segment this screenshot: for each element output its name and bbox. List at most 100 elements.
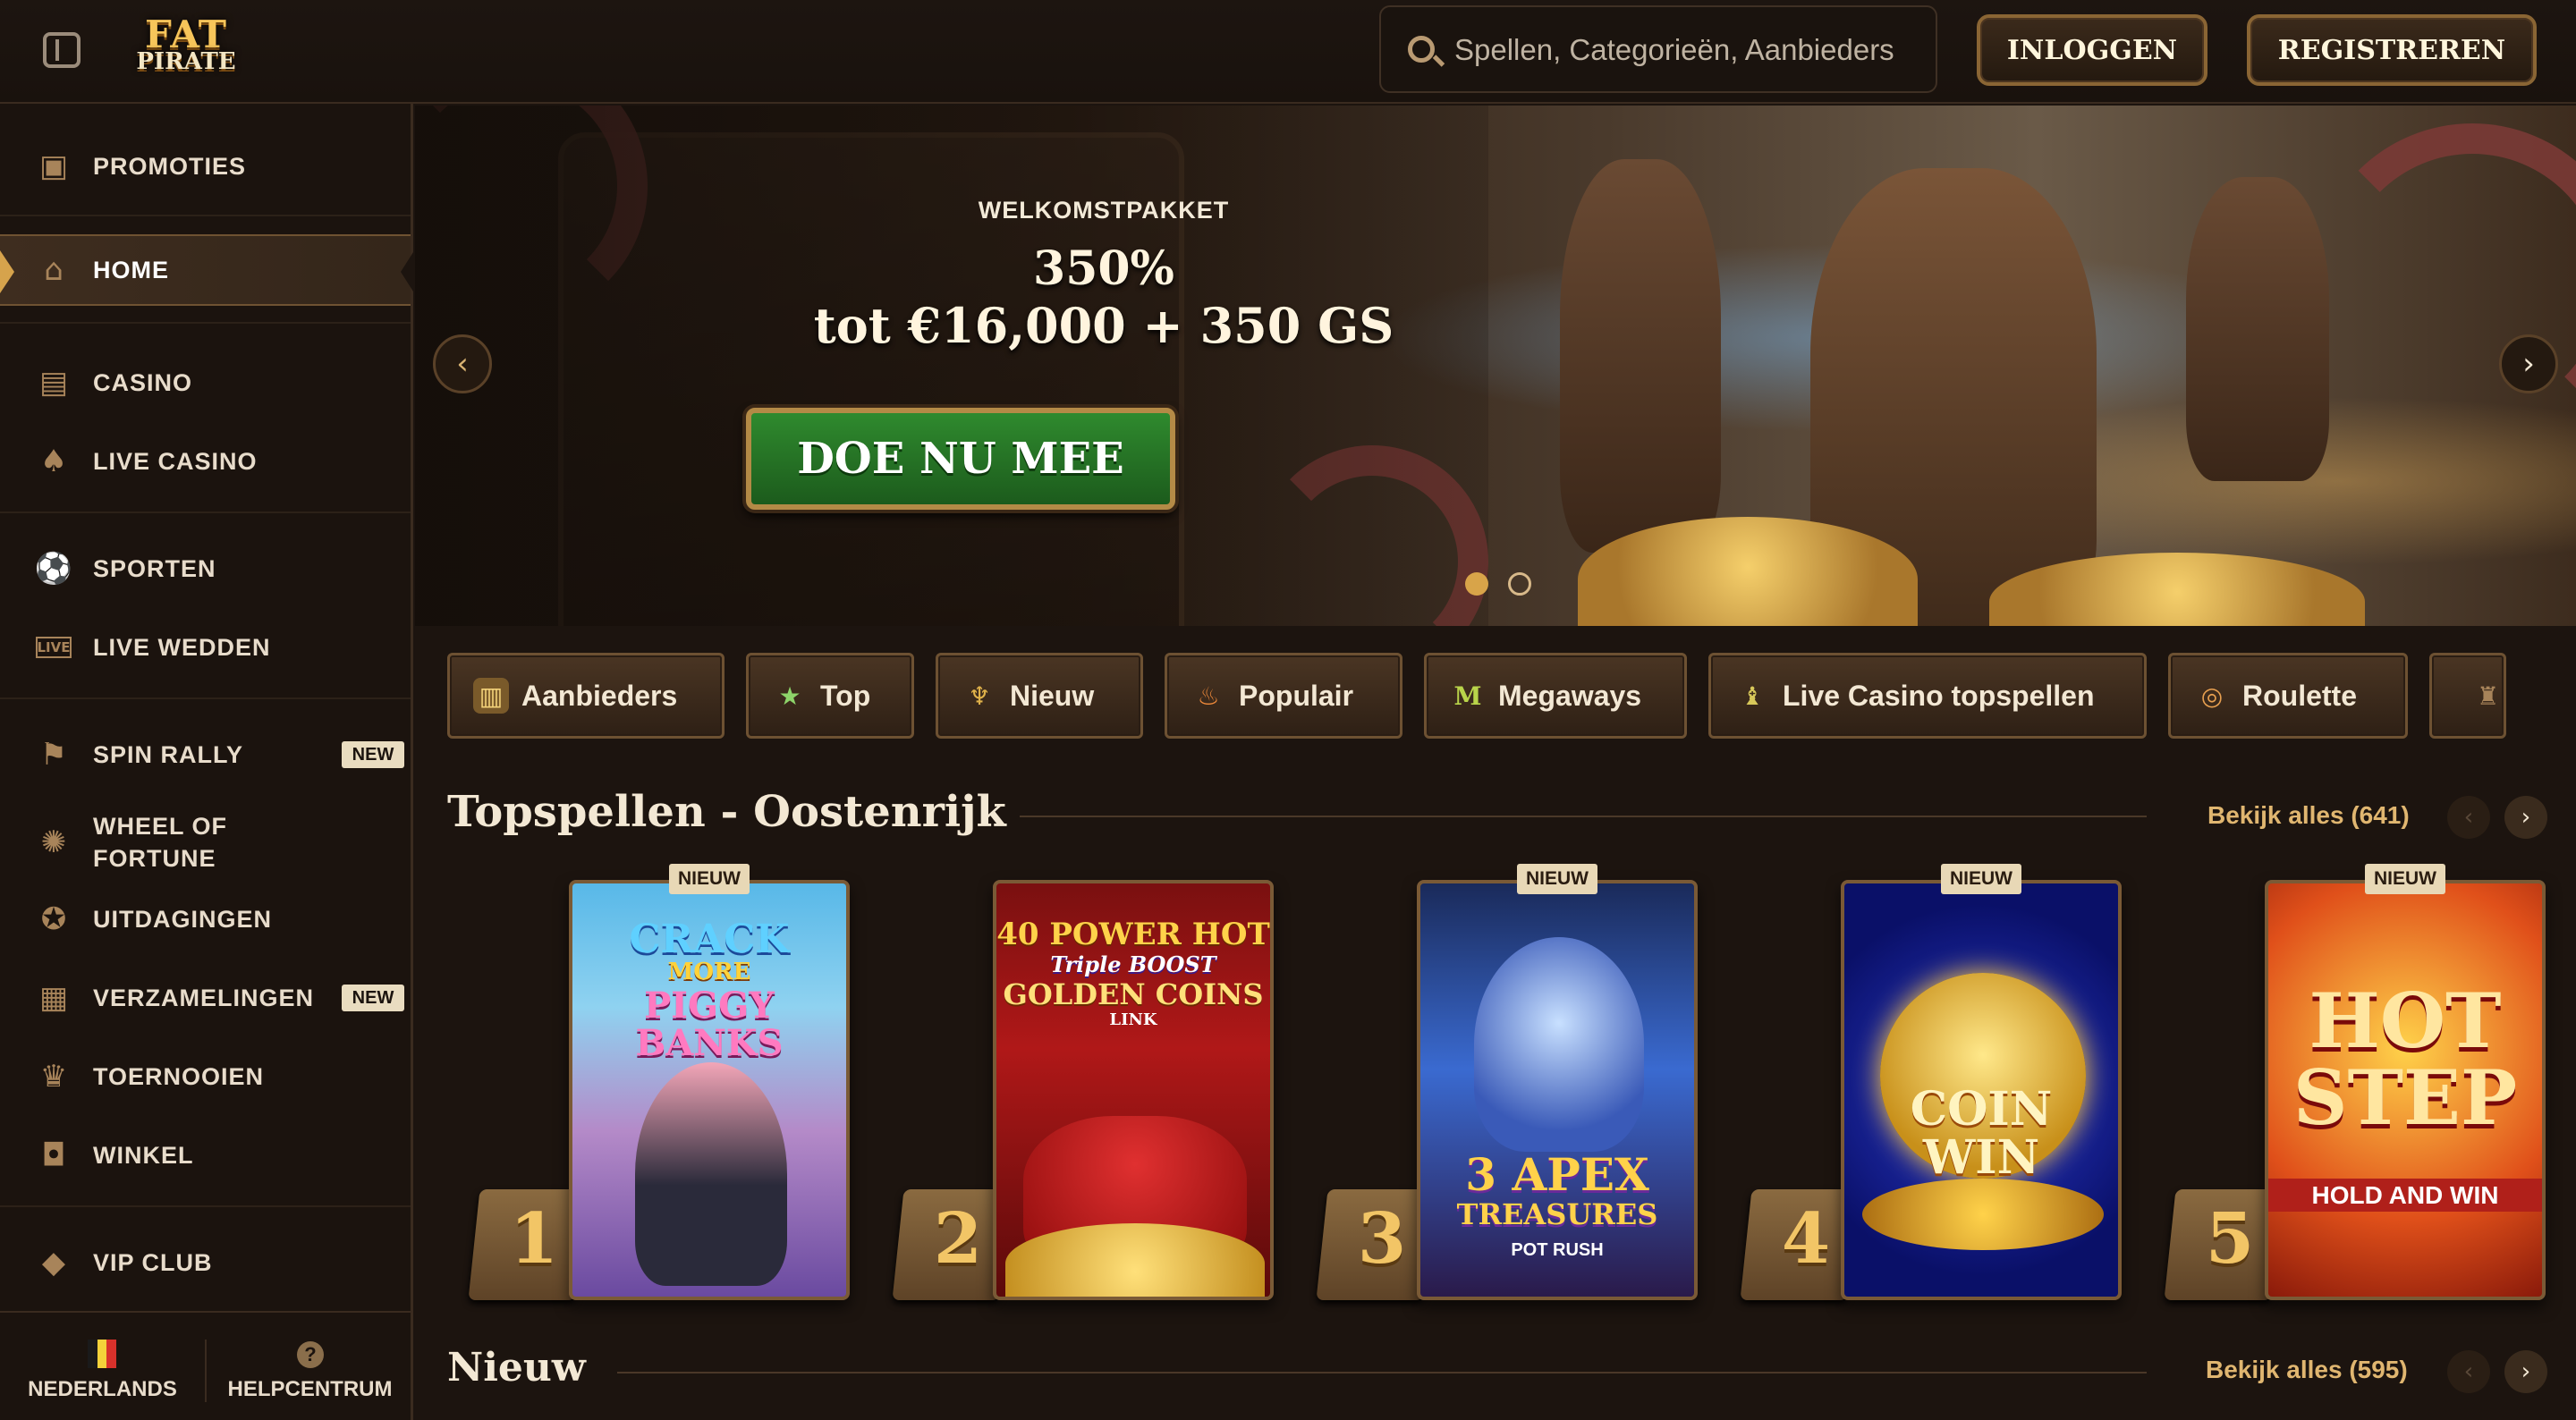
top-header: FAT PIRATE INLOGGEN REGISTREREN xyxy=(0,0,2576,104)
new-badge: NEW xyxy=(342,741,404,768)
roulette-icon: ◎ xyxy=(2200,680,2224,711)
medal-icon: ✪ xyxy=(40,901,67,937)
new-badge: NEW xyxy=(342,985,404,1011)
flame-icon: ♨ xyxy=(1197,680,1220,711)
category-live-casino-topspellen[interactable]: ♝ Live Casino topspellen xyxy=(1708,653,2147,739)
carousel-dot-active[interactable] xyxy=(1465,572,1488,596)
sidebar: ▣ PROMOTIES ⌂ HOME ▤ CASINO ♠ LIVE CASIN… xyxy=(0,104,413,1420)
logo[interactable]: FAT PIRATE xyxy=(113,16,259,80)
section-divider xyxy=(1020,816,2147,817)
collection-icon: ▦ xyxy=(38,980,69,1016)
game-card[interactable]: COIN WIN xyxy=(1841,880,2122,1300)
chevron-left-icon[interactable]: ‹ xyxy=(2447,1350,2490,1393)
sidebar-item-promoties[interactable]: ▣ PROMOTIES xyxy=(0,131,411,202)
sidebar-item-verzamelingen[interactable]: ▦ VERZAMELINGEN NEW xyxy=(0,962,411,1034)
soccer-ball-icon: ⚽ xyxy=(34,551,73,587)
sidebar-item-home[interactable]: ⌂ HOME xyxy=(0,234,413,306)
search-icon xyxy=(1408,36,1435,63)
help-icon: ? xyxy=(297,1341,324,1368)
new-badge: NIEUW xyxy=(2365,864,2445,894)
rank-number: 4 xyxy=(1781,1198,1831,1280)
divider xyxy=(0,215,411,216)
home-icon: ⌂ xyxy=(44,252,64,288)
sidebar-footer: NEDERLANDS ? HELPCENTRUM xyxy=(0,1311,411,1420)
sidebar-toggle-icon[interactable] xyxy=(43,32,80,68)
category-top[interactable]: ★ Top xyxy=(746,653,914,739)
rally-flag-icon: ⚑ xyxy=(39,737,68,773)
torch-icon: ♝ xyxy=(1741,680,1764,711)
new-badge: NIEUW xyxy=(1517,864,1597,894)
divider xyxy=(0,511,411,513)
sidebar-item-wheel-of-fortune[interactable]: ✺ WHEEL OF FORTUNE xyxy=(0,798,411,887)
category-nieuw[interactable]: ♆ Nieuw xyxy=(936,653,1143,739)
rank-number: 1 xyxy=(509,1198,559,1280)
hero-banner[interactable]: WELKOMSTPAKKET 350% tot €16,000 + 350 GS… xyxy=(415,106,2576,626)
chevron-right-icon[interactable]: › xyxy=(2504,1350,2547,1393)
sidebar-item-casino[interactable]: ▤ CASINO xyxy=(0,347,411,418)
category-megaways[interactable]: M Megaways xyxy=(1424,653,1687,739)
language-selector[interactable]: NEDERLANDS xyxy=(0,1313,205,1420)
search-box[interactable] xyxy=(1379,5,1937,93)
diamond-icon: ◆ xyxy=(41,1245,66,1281)
section-title-top-games: Topspellen - Oostenrijk xyxy=(447,787,1006,837)
new-badge: NIEUW xyxy=(1941,864,2021,894)
cards-icon: ♠ xyxy=(39,444,68,479)
live-icon: LIVE xyxy=(36,637,72,658)
divider xyxy=(205,1340,207,1402)
hero-offer: tot €16,000 + 350 GS xyxy=(813,297,1394,354)
sidebar-item-vip-club[interactable]: ◆ VIP CLUB xyxy=(0,1227,411,1298)
new-badge: NIEUW xyxy=(669,864,750,894)
category-roulette[interactable]: ◎ Roulette xyxy=(2168,653,2408,739)
divider xyxy=(0,1205,411,1207)
gold-coins-illustration xyxy=(1005,1223,1265,1297)
wolf-illustration xyxy=(1474,937,1644,1152)
belgium-flag-icon xyxy=(88,1340,117,1368)
section-divider xyxy=(617,1372,2147,1374)
map-icon: ▥ xyxy=(473,678,509,714)
category-more[interactable]: ♜ xyxy=(2429,653,2506,739)
carousel-dot[interactable] xyxy=(1508,572,1531,596)
sidebar-item-winkel[interactable]: ◘ WINKEL xyxy=(0,1120,411,1191)
chevron-right-icon[interactable]: › xyxy=(2499,334,2558,393)
chest-icon: ▣ xyxy=(38,148,69,184)
search-input[interactable] xyxy=(1454,23,1919,77)
category-aanbieders[interactable]: ▥ Aanbieders xyxy=(447,653,724,739)
sidebar-item-spin-rally[interactable]: ⚑ SPIN RALLY NEW xyxy=(0,719,411,790)
gold-coins-illustration xyxy=(1862,1179,2104,1250)
join-now-button[interactable]: DOE NU MEE xyxy=(746,408,1175,510)
chevron-left-icon[interactable]: ‹ xyxy=(2447,796,2490,839)
game-card[interactable]: 3 APEX TREASURES POT RUSH xyxy=(1417,880,1698,1300)
sidebar-item-uitdagingen[interactable]: ✪ UITDAGINGEN xyxy=(0,883,411,955)
trophy-icon: ♛ xyxy=(39,1059,68,1095)
hero-subtitle: WELKOMSTPAKKET xyxy=(978,197,1230,224)
pirate-man-illustration xyxy=(2186,177,2329,481)
pig-character-illustration xyxy=(635,1062,787,1286)
chevron-right-icon[interactable]: › xyxy=(2504,796,2547,839)
category-populair[interactable]: ♨ Populair xyxy=(1165,653,1402,739)
pirate-woman-illustration xyxy=(1560,159,1721,553)
sidebar-item-toernooien[interactable]: ♛ TOERNOOIEN xyxy=(0,1041,411,1112)
shop-bag-icon: ◘ xyxy=(41,1137,66,1173)
login-button[interactable]: INLOGGEN xyxy=(1977,14,2207,86)
rank-number: 5 xyxy=(2205,1198,2255,1280)
wheel-icon: ✺ xyxy=(40,824,67,860)
register-button[interactable]: REGISTREREN xyxy=(2247,14,2537,86)
section-title-new: Nieuw xyxy=(447,1345,586,1390)
sidebar-item-live-casino[interactable]: ♠ LIVE CASINO xyxy=(0,426,411,497)
game-card[interactable]: HOT STEP HOLD AND WIN xyxy=(2265,880,2546,1300)
star-icon: ★ xyxy=(778,680,801,711)
view-all-top-games-link[interactable]: Bekijk alles (641) xyxy=(2207,801,2410,830)
help-center-link[interactable]: ? HELPCENTRUM xyxy=(208,1313,412,1420)
sidebar-item-live-wedden[interactable]: LIVE LIVE WEDDEN xyxy=(0,612,411,683)
tentacle-illustration xyxy=(2311,123,2576,445)
slot-machine-icon: ▤ xyxy=(38,365,69,401)
sidebar-item-sporten[interactable]: ⚽ SPORTEN xyxy=(0,533,411,604)
goblet-icon: ♆ xyxy=(968,680,991,711)
game-card[interactable]: 40 POWER HOT Triple BOOST GOLDEN COINS L… xyxy=(993,880,1274,1300)
view-all-new-link[interactable]: Bekijk alles (595) xyxy=(2206,1356,2408,1384)
divider xyxy=(0,697,411,699)
game-card[interactable]: CRACK MORE PIGGY BANKS xyxy=(569,880,850,1300)
chevron-left-icon[interactable]: ‹ xyxy=(433,334,492,393)
megaways-icon: M xyxy=(1453,680,1482,711)
divider xyxy=(0,322,411,324)
